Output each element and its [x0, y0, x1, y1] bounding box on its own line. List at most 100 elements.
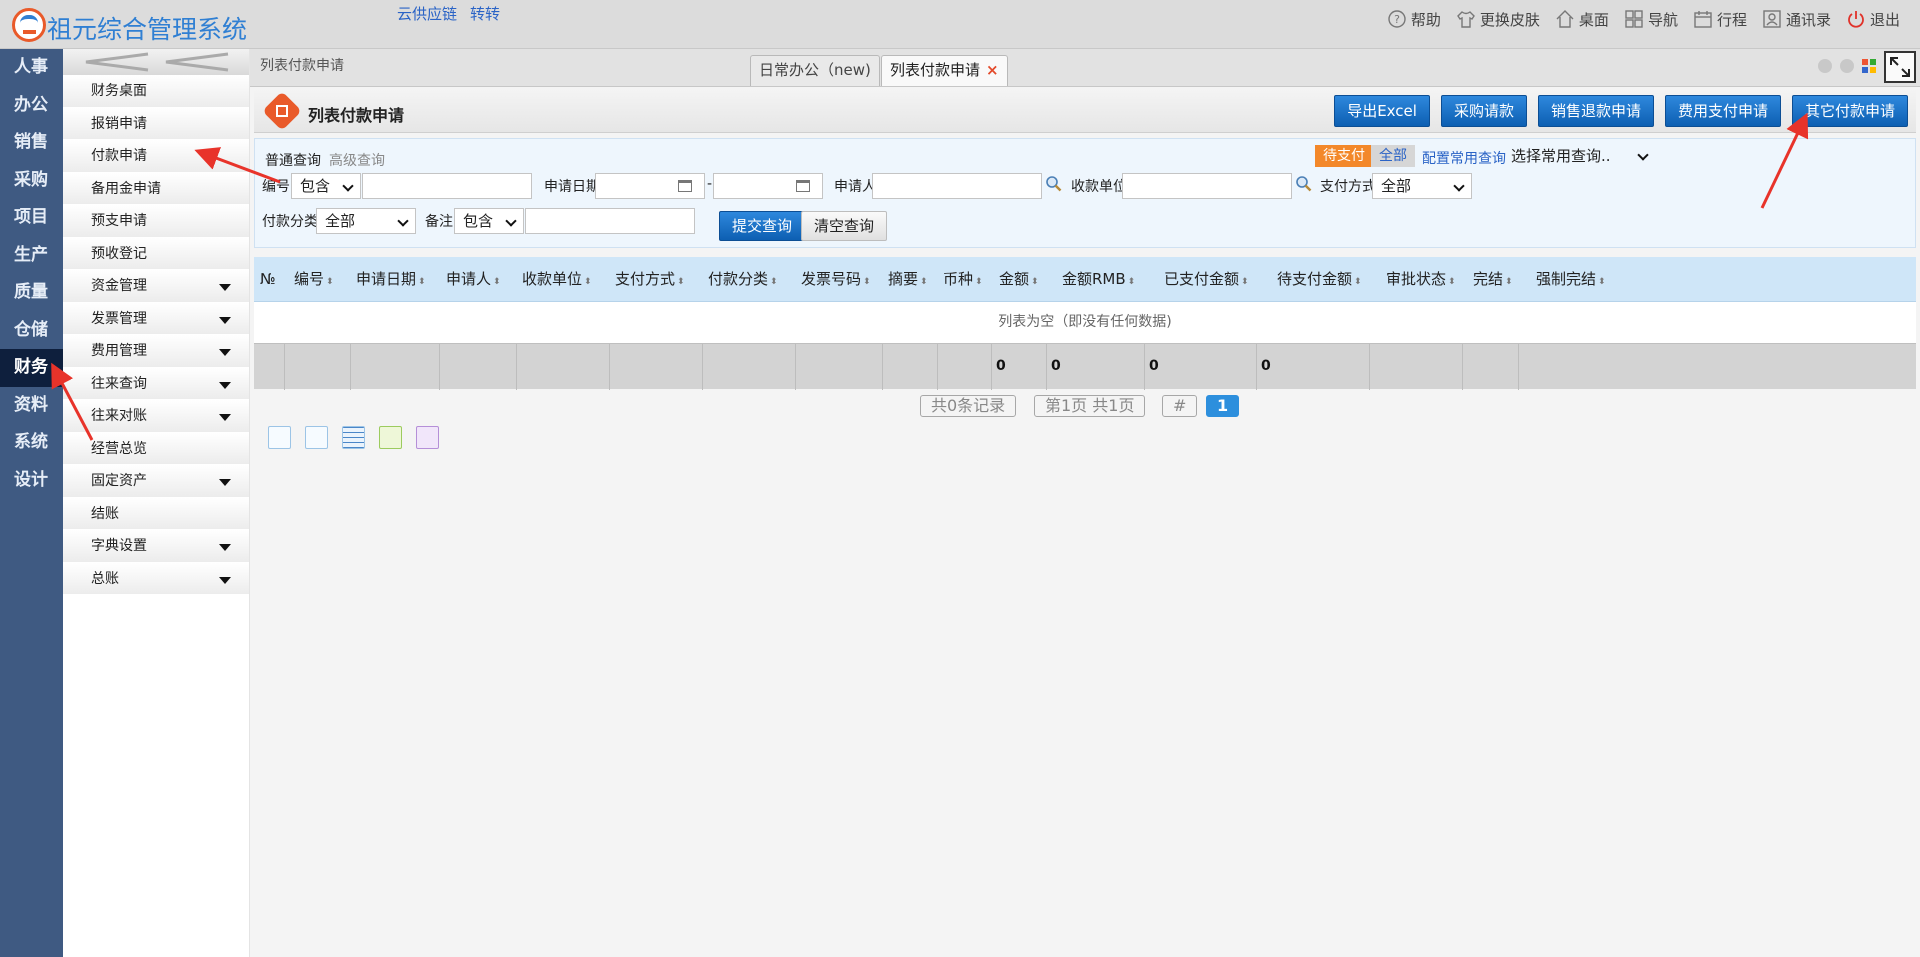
- nav-finance[interactable]: 财务: [0, 349, 63, 387]
- col-amount[interactable]: 金额 ⬍: [999, 257, 1039, 302]
- tab-next-icon[interactable]: [1840, 59, 1854, 73]
- help-button[interactable]: ? 帮助: [1386, 8, 1441, 30]
- tab-advanced-query[interactable]: 高级查询: [329, 150, 385, 170]
- expense-payment-button[interactable]: 费用支付申请: [1664, 95, 1781, 127]
- col-pending-amount[interactable]: 待支付金额 ⬍: [1277, 257, 1362, 302]
- payment-category-select[interactable]: 全部: [316, 208, 416, 234]
- tab-menu-icon[interactable]: [1862, 59, 1876, 73]
- submenu-payment-request[interactable]: 付款申请: [63, 140, 249, 173]
- submenu-fixed-assets[interactable]: 固定资产: [63, 465, 249, 498]
- change-skin-button[interactable]: 更换皮肤: [1455, 8, 1540, 30]
- calendar-icon[interactable]: [678, 180, 692, 192]
- collapse-menu-button[interactable]: [63, 49, 249, 75]
- nav-system[interactable]: 系统: [0, 424, 63, 462]
- payee-input[interactable]: [1122, 173, 1292, 199]
- calendar-icon[interactable]: [796, 180, 810, 192]
- nav-production[interactable]: 生产: [0, 237, 63, 275]
- payee-search-icon[interactable]: [1295, 175, 1312, 192]
- nav-project[interactable]: 项目: [0, 199, 63, 237]
- page-1-button[interactable]: 1: [1206, 395, 1240, 417]
- submenu-advance-receipt[interactable]: 预收登记: [63, 237, 249, 270]
- col-force-complete[interactable]: 强制完结 ⬍: [1536, 257, 1606, 302]
- filter-all[interactable]: 全部: [1371, 145, 1415, 167]
- top-link-supply-chain[interactable]: 云供应链: [397, 3, 457, 24]
- filter-pending-payment[interactable]: 待支付: [1315, 145, 1373, 167]
- common-query-select[interactable]: 选择常用查询..: [1511, 145, 1651, 166]
- col-payment-method[interactable]: 支付方式 ⬍: [615, 257, 685, 302]
- tab-basic-query[interactable]: 普通查询: [265, 150, 321, 170]
- submenu-finance-desktop[interactable]: 财务桌面: [63, 75, 249, 108]
- col-paid-amount[interactable]: 已支付金额 ⬍: [1164, 257, 1249, 302]
- select-columns-icon[interactable]: [268, 426, 291, 449]
- submenu-label: 备用金申请: [91, 180, 161, 197]
- submenu-cost-management[interactable]: 费用管理: [63, 335, 249, 368]
- nav-warehouse[interactable]: 仓储: [0, 312, 63, 350]
- tab-daily-office[interactable]: 日常办公（new): [750, 55, 880, 86]
- clear-query-button[interactable]: 清空查询: [801, 211, 888, 241]
- col-amount-rmb[interactable]: 金额RMB ⬍: [1062, 257, 1135, 302]
- number-operator-select[interactable]: 包含: [291, 173, 361, 199]
- submenu-petty-cash[interactable]: 备用金申请: [63, 172, 249, 205]
- submenu-business-overview[interactable]: 经营总览: [63, 432, 249, 465]
- page-jump-button[interactable]: #: [1162, 395, 1198, 417]
- col-invoice-number[interactable]: 发票号码 ⬍: [801, 257, 871, 302]
- date-to-input[interactable]: [713, 173, 823, 199]
- logout-button[interactable]: 退出: [1845, 8, 1900, 30]
- submenu-general-ledger[interactable]: 总账: [63, 562, 249, 595]
- applicant-input[interactable]: [872, 173, 1042, 199]
- close-icon[interactable]: ×: [986, 61, 999, 79]
- main-nav: 人事 办公 销售 采购 项目 生产 质量 仓储 财务 资料 系统 设计: [0, 49, 63, 957]
- remark-input[interactable]: [525, 208, 695, 234]
- contacts-button[interactable]: 通讯录: [1761, 8, 1831, 30]
- col-apply-date[interactable]: 申请日期 ⬍: [356, 257, 426, 302]
- number-input[interactable]: [362, 173, 532, 199]
- settings-icon[interactable]: [416, 426, 439, 449]
- submenu-closing[interactable]: 结账: [63, 497, 249, 530]
- nav-sales[interactable]: 销售: [0, 124, 63, 162]
- submenu-dictionary-settings[interactable]: 字典设置: [63, 530, 249, 563]
- totals-cell: [882, 344, 883, 390]
- navigation-button[interactable]: 导航: [1623, 8, 1678, 30]
- col-applicant[interactable]: 申请人 ⬍: [446, 257, 501, 302]
- tab-prev-icon[interactable]: [1818, 59, 1832, 73]
- col-payee[interactable]: 收款单位 ⬍: [522, 257, 592, 302]
- nav-office[interactable]: 办公: [0, 87, 63, 125]
- col-number[interactable]: 编号 ⬍: [294, 257, 334, 302]
- submenu-reconciliation[interactable]: 往来对账: [63, 400, 249, 433]
- payment-method-select[interactable]: 全部: [1372, 173, 1472, 199]
- nav-quality[interactable]: 质量: [0, 274, 63, 312]
- submenu-advance-payment[interactable]: 预支申请: [63, 205, 249, 238]
- sales-refund-button[interactable]: 销售退款申请: [1537, 95, 1654, 127]
- fullscreen-button[interactable]: [1884, 51, 1916, 83]
- col-summary[interactable]: 摘要 ⬍: [888, 257, 928, 302]
- nav-hr[interactable]: 人事: [0, 49, 63, 87]
- col-approval-status[interactable]: 审批状态 ⬍: [1386, 257, 1456, 302]
- table-view-icon[interactable]: [342, 426, 365, 449]
- payment-request-table: № 编号 ⬍ 申请日期 ⬍ 申请人 ⬍ 收款单位 ⬍ 支付方式 ⬍ 付款分类 ⬍ 发票号码 ⬍…: [254, 257, 1916, 390]
- export-excel-button[interactable]: 导出Excel: [1334, 95, 1430, 127]
- col-completed[interactable]: 完结 ⬍: [1473, 257, 1513, 302]
- date-from-input[interactable]: [595, 173, 705, 199]
- submenu-account-query[interactable]: 往来查询: [63, 367, 249, 400]
- submit-query-button[interactable]: 提交查询: [719, 211, 806, 241]
- edit-icon[interactable]: [379, 426, 402, 449]
- top-link-zhuanzhuan[interactable]: 转转: [470, 3, 500, 24]
- nav-purchase[interactable]: 采购: [0, 162, 63, 200]
- submenu-invoice-management[interactable]: 发票管理: [63, 302, 249, 335]
- submenu-fund-management[interactable]: 资金管理: [63, 270, 249, 303]
- desktop-button[interactable]: 桌面: [1554, 8, 1609, 30]
- config-common-query-link[interactable]: 配置常用查询: [1422, 148, 1506, 168]
- schedule-button[interactable]: 行程: [1692, 8, 1747, 30]
- nav-materials[interactable]: 资料: [0, 387, 63, 425]
- purchase-request-button[interactable]: 采购请款: [1440, 95, 1527, 127]
- nav-design[interactable]: 设计: [0, 462, 63, 500]
- submenu-expense-claim[interactable]: 报销申请: [63, 107, 249, 140]
- blank-page-icon[interactable]: [305, 426, 328, 449]
- col-payment-category[interactable]: 付款分类 ⬍: [708, 257, 778, 302]
- applicant-search-icon[interactable]: [1045, 175, 1062, 192]
- remark-operator-select[interactable]: 包含: [454, 208, 524, 234]
- total-pending-amount: 0: [1261, 358, 1271, 374]
- other-payment-button[interactable]: 其它付款申请: [1791, 95, 1908, 127]
- col-currency[interactable]: 币种 ⬍: [943, 257, 983, 302]
- tab-payment-list[interactable]: 列表付款申请 ×: [881, 55, 1008, 86]
